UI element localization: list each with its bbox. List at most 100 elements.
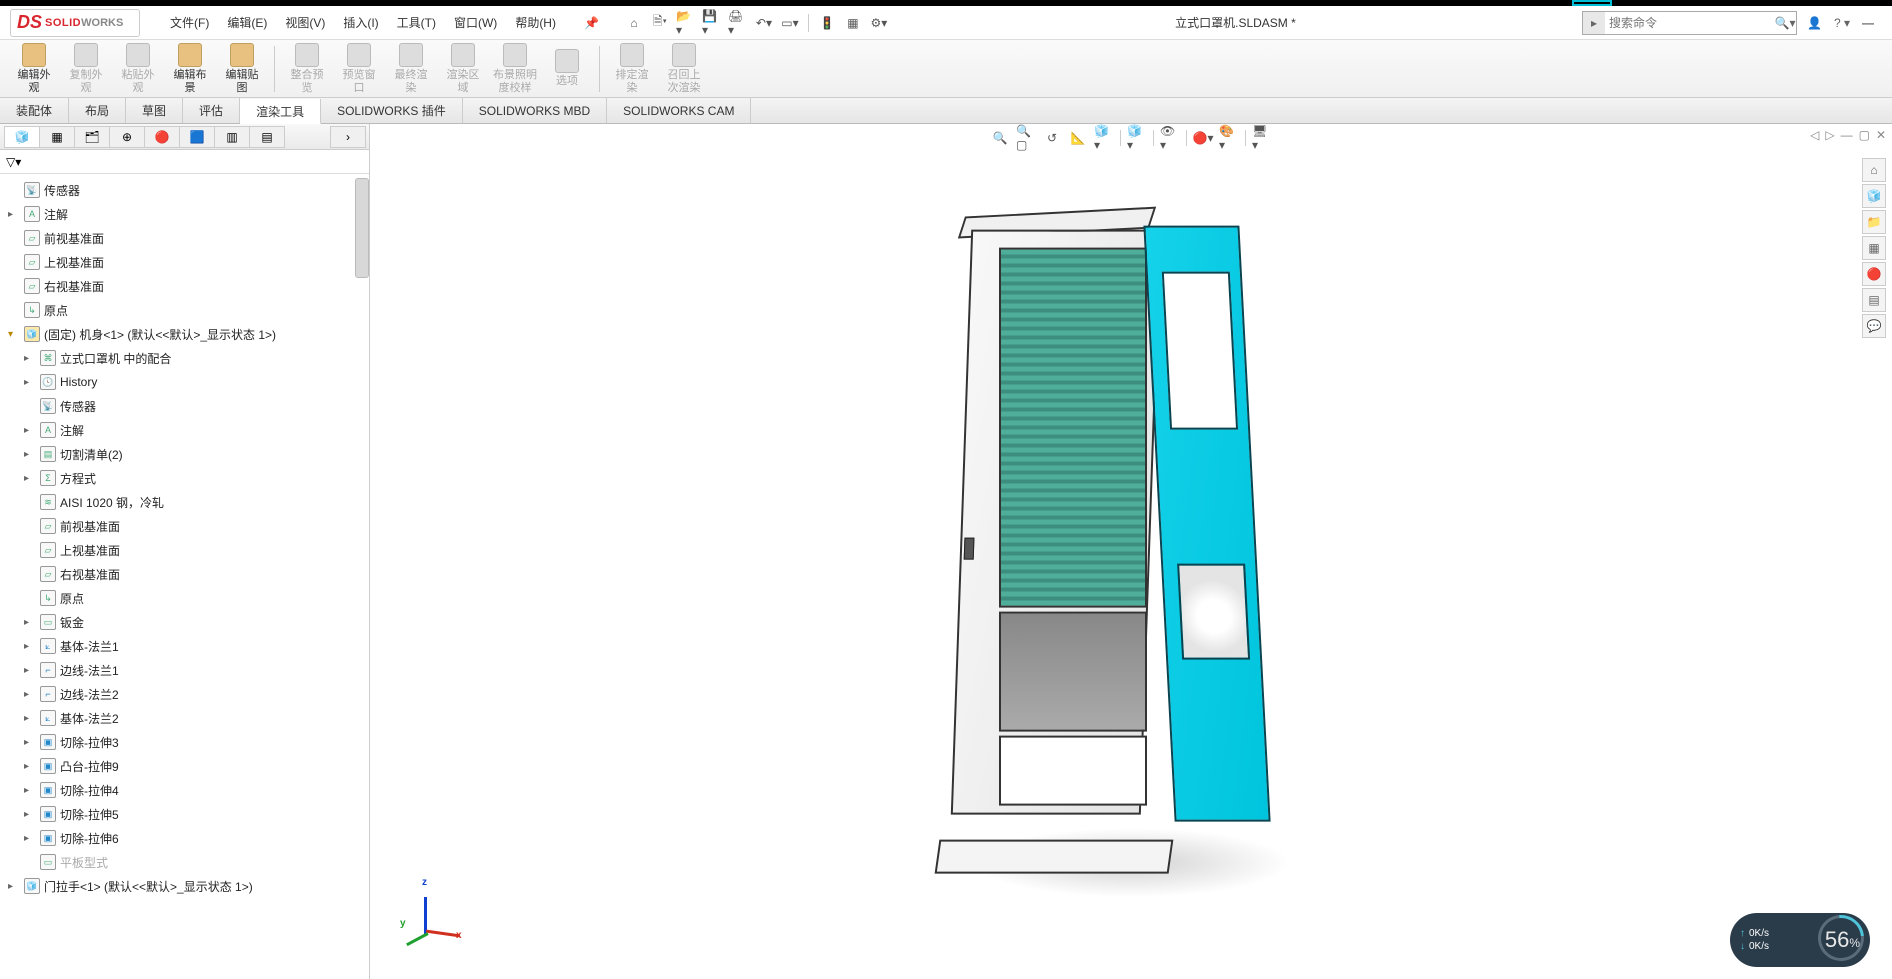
tree-item-baseflange1[interactable]: ▸⟀基体-法兰1: [0, 634, 369, 658]
tree-item-sensors-2[interactable]: 📡传感器: [0, 394, 369, 418]
save-icon[interactable]: 💾▾: [702, 13, 722, 33]
edit-appearance-icon[interactable]: 🔴▾: [1193, 128, 1213, 148]
model-3d-view[interactable]: [951, 229, 1311, 849]
menu-file[interactable]: 文件(F): [170, 14, 209, 31]
tree-item-material[interactable]: ≋AISI 1020 钢，冷轧: [0, 490, 369, 514]
section-view-icon[interactable]: 📐: [1068, 128, 1088, 148]
edit-scene-button[interactable]: 编辑布 景: [166, 42, 214, 96]
feature-tree-body[interactable]: 📡传感器 ▸A注解 ▱前视基准面 ▱上视基准面 ▱右视基准面 ↳原点 ▾🧊(固定…: [0, 174, 369, 979]
tree-item-baseflange2[interactable]: ▸⟀基体-法兰2: [0, 706, 369, 730]
network-speed-overlay[interactable]: ↑0K/s ↓0K/s 56%: [1730, 913, 1870, 967]
options-icon[interactable]: ▦: [843, 13, 863, 33]
menu-insert[interactable]: 插入(I): [343, 14, 378, 31]
edit-appearance-button[interactable]: 编辑外 观: [10, 42, 58, 96]
search-scope-icon[interactable]: ▸: [1583, 12, 1605, 34]
panel-expand-icon[interactable]: ›: [330, 126, 366, 148]
dimxpert-tab-icon[interactable]: ⊕: [109, 126, 145, 148]
tree-item-mates[interactable]: ▸⌘立式口罩机 中的配合: [0, 346, 369, 370]
tree-item-origin-2[interactable]: ↳原点: [0, 586, 369, 610]
feature-tree-tab-icon[interactable]: 🧊: [4, 126, 40, 148]
tab-assembly[interactable]: 装配体: [0, 98, 69, 123]
open-icon[interactable]: 📂▾: [676, 13, 696, 33]
tree-item-cutextrude5[interactable]: ▸▣切除-拉伸5: [0, 802, 369, 826]
tab-evaluate[interactable]: 评估: [183, 98, 240, 123]
home-icon[interactable]: ⌂: [624, 13, 644, 33]
tree-filter-bar[interactable]: ▽▾: [0, 150, 369, 174]
tree-item-annotations[interactable]: ▸A注解: [0, 202, 369, 226]
pin-icon[interactable]: 📌: [584, 16, 599, 30]
print-icon[interactable]: 🖨▾: [728, 13, 748, 33]
viewport-maximize-icon[interactable]: ▢: [1859, 128, 1870, 142]
zoom-fit-icon[interactable]: 🔍: [990, 128, 1010, 148]
tree-item-right-plane[interactable]: ▱右视基准面: [0, 274, 369, 298]
help-dropdown-icon[interactable]: ? ▾: [1834, 16, 1850, 30]
viewport-next-icon[interactable]: ▷: [1825, 128, 1834, 142]
property-manager-tab-icon[interactable]: ▦: [39, 126, 75, 148]
tree-item-origin[interactable]: ↳原点: [0, 298, 369, 322]
tree-item-top-plane-2[interactable]: ▱上视基准面: [0, 538, 369, 562]
tree-item-top-plane[interactable]: ▱上视基准面: [0, 250, 369, 274]
tree-item-handle-part[interactable]: ▸🧊门拉手<1> (默认<<默认>_显示状态 1>): [0, 874, 369, 898]
tree-scrollbar-thumb[interactable]: [355, 178, 369, 278]
apply-scene-icon[interactable]: 🎨▾: [1219, 128, 1239, 148]
tree-item-annotations-2[interactable]: ▸A注解: [0, 418, 369, 442]
taskpane-view-palette-icon[interactable]: ▦: [1862, 236, 1886, 260]
tree-item-front-plane[interactable]: ▱前视基准面: [0, 226, 369, 250]
viewport-prev-icon[interactable]: ◁: [1810, 128, 1819, 142]
display-style-icon[interactable]: 🧊▾: [1127, 128, 1147, 148]
appearance-tab-icon[interactable]: 🟦: [179, 126, 215, 148]
configuration-tab-icon[interactable]: 🗂: [74, 126, 110, 148]
tree-item-equations[interactable]: ▸Σ方程式: [0, 466, 369, 490]
taskpane-home-icon[interactable]: ⌂: [1862, 158, 1886, 182]
taskpane-appearances-icon[interactable]: 🔴: [1862, 262, 1886, 286]
tab-sketch[interactable]: 草图: [126, 98, 183, 123]
tree-item-sheetmetal[interactable]: ▸▭钣金: [0, 610, 369, 634]
new-doc-icon[interactable]: 🗎▾: [650, 13, 670, 33]
menu-edit[interactable]: 编辑(E): [227, 14, 267, 31]
taskpane-file-explorer-icon[interactable]: 📁: [1862, 210, 1886, 234]
settings-gear-icon[interactable]: ⚙▾: [869, 13, 889, 33]
user-icon[interactable]: 👤: [1807, 16, 1822, 30]
search-icon[interactable]: 🔍▾: [1774, 16, 1796, 30]
viewport-close-icon[interactable]: ✕: [1876, 128, 1886, 142]
solidworks-logo[interactable]: DS SOLIDWORKS: [10, 9, 140, 37]
tree-item-sensors[interactable]: 📡传感器: [0, 178, 369, 202]
tab-render-tools[interactable]: 渲染工具: [240, 99, 321, 124]
view-settings-icon[interactable]: 🖥▾: [1252, 128, 1272, 148]
menu-view[interactable]: 视图(V): [285, 14, 325, 31]
tab-sw-mbd[interactable]: SOLIDWORKS MBD: [463, 98, 607, 123]
graphics-viewport[interactable]: ◁ ▷ — ▢ ✕ 🔍 🔍▢ ↺ 📐 🧊▾ 🧊▾ 👁▾ 🔴▾ 🎨▾ 🖥▾ ⌂ 🧊: [370, 124, 1892, 979]
command-search[interactable]: ▸ 🔍▾: [1582, 11, 1797, 35]
tab-sw-cam[interactable]: SOLIDWORKS CAM: [607, 98, 751, 123]
menu-tools[interactable]: 工具(T): [397, 14, 436, 31]
tree-item-edgeflange1[interactable]: ▸⌐边线-法兰1: [0, 658, 369, 682]
zoom-area-icon[interactable]: 🔍▢: [1016, 128, 1036, 148]
menu-help[interactable]: 帮助(H): [515, 14, 556, 31]
hide-show-icon[interactable]: 👁▾: [1160, 128, 1180, 148]
minimize-icon[interactable]: —: [1862, 16, 1874, 30]
tree-item-right-plane-2[interactable]: ▱右视基准面: [0, 562, 369, 586]
search-input[interactable]: [1605, 16, 1774, 30]
tree-item-history[interactable]: ▸🕓History: [0, 370, 369, 394]
edit-decal-button[interactable]: 编辑贴 图: [218, 42, 266, 96]
display-manager-tab-icon[interactable]: 🔴: [144, 126, 180, 148]
tree-item-bossextrude9[interactable]: ▸▣凸台-拉伸9: [0, 754, 369, 778]
taskpane-custom-props-icon[interactable]: ▤: [1862, 288, 1886, 312]
tree-item-cutlist[interactable]: ▸▤切割清单(2): [0, 442, 369, 466]
taskpane-forum-icon[interactable]: 💬: [1862, 314, 1886, 338]
filter-funnel-icon[interactable]: ▽▾: [6, 155, 21, 169]
viewport-minimize-icon[interactable]: —: [1841, 128, 1853, 142]
view-orient-icon[interactable]: 🧊▾: [1094, 128, 1114, 148]
tree-item-flatpattern[interactable]: ▭平板型式: [0, 850, 369, 874]
orientation-triad[interactable]: z x y: [404, 883, 464, 943]
tab-layout[interactable]: 布局: [69, 98, 126, 123]
previous-view-icon[interactable]: ↺: [1042, 128, 1062, 148]
tree-item-fixed-body[interactable]: ▾🧊(固定) 机身<1> (默认<<默认>_显示状态 1>): [0, 322, 369, 346]
cam-tree-tab-icon[interactable]: ▥: [214, 126, 250, 148]
tab-sw-addins[interactable]: SOLIDWORKS 插件: [321, 98, 463, 123]
cam-ops-tab-icon[interactable]: ▤: [249, 126, 285, 148]
tree-item-cutextrude4[interactable]: ▸▣切除-拉伸4: [0, 778, 369, 802]
menu-window[interactable]: 窗口(W): [454, 14, 497, 31]
tree-item-cutextrude3[interactable]: ▸▣切除-拉伸3: [0, 730, 369, 754]
tree-item-edgeflange2[interactable]: ▸⌐边线-法兰2: [0, 682, 369, 706]
